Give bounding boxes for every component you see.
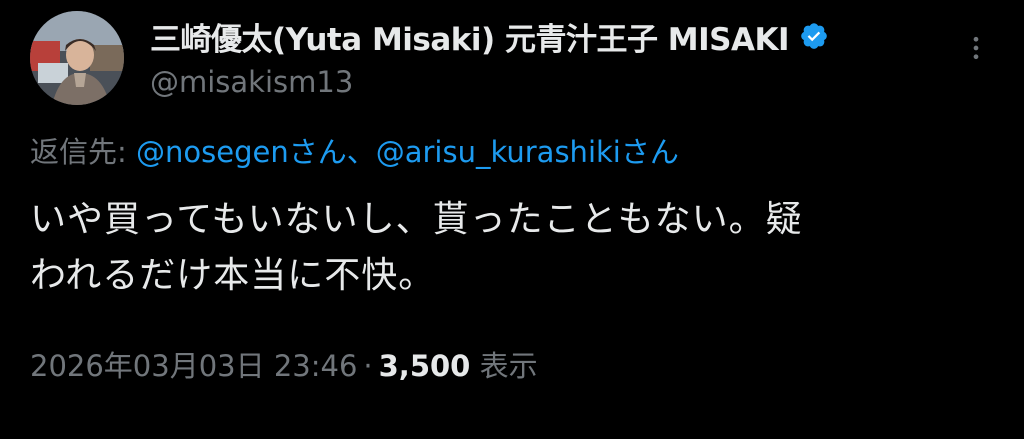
reply-mention-nosegen[interactable]: @nosegenさん — [136, 135, 347, 169]
verified-badge-icon[interactable] — [799, 21, 829, 51]
reply-to-prefix: 返信先: — [30, 135, 136, 169]
tweet: 三崎優太(Yuta Misaki) 元青汁王子 MISAKI @misakism… — [0, 0, 1024, 439]
tweet-text-line: いや買ってもいないし、貰ったこともない。疑 — [30, 199, 803, 240]
views-label: 表示 — [470, 349, 538, 383]
mention-handle: @arisu_kurashiki — [375, 135, 621, 169]
author-display-name[interactable]: 三崎優太(Yuta Misaki) 元青汁王子 MISAKI — [150, 14, 790, 59]
meta-dot: · — [363, 349, 373, 383]
tweet-text: いや買ってもいないし、貰ったこともない。疑 われるだけ本当に不快。 — [30, 192, 1005, 304]
tweet-timestamp[interactable]: 2026年03月03日 23:46 — [30, 349, 357, 383]
author-info: 三崎優太(Yuta Misaki) 元青汁王子 MISAKI @misakism… — [150, 14, 904, 102]
name-row: 三崎優太(Yuta Misaki) 元青汁王子 MISAKI — [150, 14, 904, 58]
mention-suffix: さん — [620, 135, 679, 169]
avatar-photo — [30, 11, 124, 105]
more-options-button[interactable] — [956, 28, 996, 68]
more-options-icon — [973, 36, 979, 60]
tweet-text-line: われるだけ本当に不快。 — [30, 255, 436, 296]
reply-mention-arisu-kurashiki[interactable]: @arisu_kurashikiさん — [376, 135, 679, 169]
author-handle[interactable]: @misakism13 — [150, 62, 904, 102]
mention-handle: @nosegen — [136, 135, 289, 169]
author-avatar[interactable] — [30, 11, 124, 105]
mention-separator: 、 — [346, 135, 376, 169]
mention-suffix: さん — [288, 135, 347, 169]
tweet-meta: 2026年03月03日 23:46 · 3,500 表示 — [30, 344, 538, 388]
views-count[interactable]: 3,500 — [379, 349, 471, 383]
reply-to-line: 返信先: @nosegenさん、@arisu_kurashikiさん — [30, 130, 679, 174]
